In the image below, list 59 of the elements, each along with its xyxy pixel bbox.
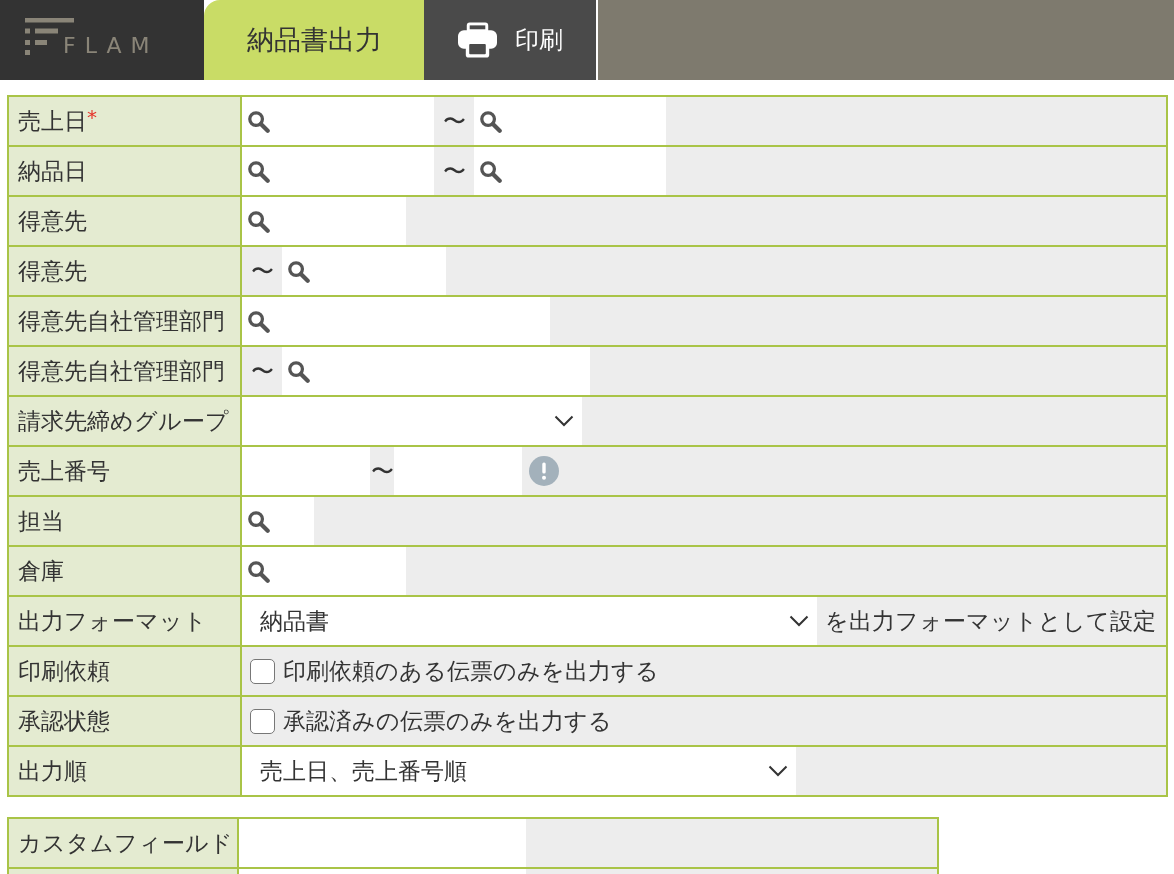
field-label: 得意先 <box>9 247 242 295</box>
input-field[interactable] <box>242 447 370 495</box>
search-field[interactable] <box>242 547 406 595</box>
search-icon <box>479 159 502 183</box>
range-tilde: 〜 <box>370 459 394 483</box>
search-icon <box>287 259 310 283</box>
print-button[interactable]: 印刷 <box>424 0 596 80</box>
range-tilde: 〜 <box>250 359 274 383</box>
search-icon <box>247 109 270 133</box>
search-field[interactable] <box>242 297 550 345</box>
search-icon <box>247 209 270 233</box>
chevron-down-icon <box>554 415 574 427</box>
range-tilde: 〜 <box>442 159 466 183</box>
search-icon <box>479 109 502 133</box>
search-icon <box>247 509 270 533</box>
chevron-down-icon <box>789 615 809 627</box>
search-icon <box>247 159 270 183</box>
field-label: 出力順 <box>9 747 242 795</box>
range-tilde: 〜 <box>442 109 466 133</box>
input-field[interactable] <box>239 819 526 867</box>
field-label: 印刷依頼 <box>9 647 242 695</box>
search-icon <box>247 309 270 333</box>
search-icon <box>247 559 270 583</box>
field-label: 売上日* <box>9 97 242 145</box>
search-field[interactable] <box>474 97 666 145</box>
app-logo: FLAM <box>25 18 159 55</box>
search-icon <box>287 359 310 383</box>
search-field[interactable] <box>282 347 590 395</box>
field-label: 売上番号 <box>9 447 242 495</box>
field-label: 出力フォーマット <box>9 597 242 645</box>
field-label: 得意先自社管理部門 <box>9 347 242 395</box>
field-label: 得意先自社管理部門 <box>9 297 242 345</box>
chevron-down-icon <box>768 765 788 777</box>
field-label: カスタムフィールド <box>9 819 239 867</box>
field-label: 請求先締めグループ <box>9 397 242 445</box>
field-label: 納品日 <box>9 147 242 195</box>
field-label: 倉庫 <box>9 547 242 595</box>
select-field[interactable] <box>242 397 582 445</box>
format-note: を出力フォーマットとして設定 <box>824 606 1156 636</box>
input-field[interactable] <box>394 447 522 495</box>
field-label: 得意先 <box>9 197 242 245</box>
field-label: 担当 <box>9 497 242 545</box>
tab[interactable]: 納品書出力 <box>204 0 424 80</box>
search-field[interactable] <box>242 497 314 545</box>
search-field[interactable] <box>282 247 446 295</box>
alert-icon <box>529 456 559 486</box>
search-field[interactable] <box>474 147 666 195</box>
checkbox-label: 印刷依頼のある伝票のみを出力する <box>283 656 659 686</box>
select-field[interactable]: 売上日、売上番号順 <box>242 747 796 795</box>
search-field[interactable] <box>242 197 406 245</box>
printer-icon <box>458 22 497 58</box>
checkbox[interactable] <box>250 658 275 684</box>
search-field[interactable] <box>242 97 434 145</box>
range-tilde: 〜 <box>250 259 274 283</box>
field-label: 承認状態 <box>9 697 242 745</box>
checkbox[interactable] <box>250 708 275 734</box>
checkbox-label: 承認済みの伝票のみを出力する <box>283 706 612 736</box>
select-field[interactable]: 納品書 <box>242 597 817 645</box>
search-field[interactable] <box>242 147 434 195</box>
